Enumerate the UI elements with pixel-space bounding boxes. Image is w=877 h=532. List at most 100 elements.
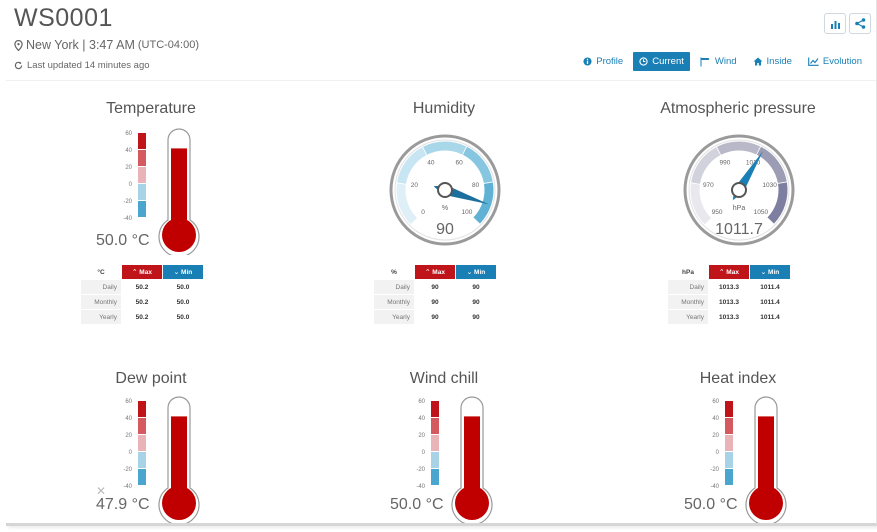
- max-value: 90: [431, 283, 439, 291]
- min-label: Min: [768, 269, 780, 276]
- gauge-tick-label: 0: [421, 209, 425, 216]
- gauge-tick-label: 20: [411, 182, 419, 189]
- scale-tick-label: 60: [125, 399, 132, 405]
- gauge-tick-label: 970: [703, 182, 714, 189]
- gauge-unit-label: hPa: [733, 205, 746, 212]
- scale-tick-label: 0: [422, 450, 426, 456]
- row-label: Yearly: [374, 310, 414, 324]
- share-button[interactable]: [849, 13, 871, 34]
- scale-tick-label: -20: [710, 467, 719, 473]
- temperature-min-header[interactable]: ⌄ Min: [163, 265, 203, 279]
- max-value: 1013.3: [719, 313, 739, 321]
- chevron-down-icon: ⌄: [173, 269, 180, 276]
- scale-band: [431, 452, 439, 468]
- line-chart-icon: [808, 57, 819, 66]
- tab-current-label: Current: [652, 56, 684, 67]
- dew-point-value: 47.9 °C: [96, 496, 150, 513]
- scale-tick-label: 0: [129, 182, 133, 188]
- scale-tick-label: 60: [418, 399, 425, 405]
- max-value: 1013.3: [719, 283, 739, 291]
- scale-tick-label: -40: [123, 216, 132, 222]
- gauge-tick-label: 100: [461, 209, 472, 216]
- table-row: Monthly 1013.3 1011.4: [668, 295, 790, 309]
- max-value: 50.2: [135, 283, 149, 291]
- pressure-stats-table: hPa ⌃ Max ⌄ Min Daily 1013.3 1011.4 Monthl…: [667, 264, 791, 325]
- pressure-min-header[interactable]: ⌄ Min: [750, 265, 790, 279]
- station-dashboard: WS0001 New York | 3:47 AM (UTC-04:00) La…: [6, 0, 877, 526]
- clock-icon: [639, 57, 648, 66]
- scale-band: [431, 401, 439, 417]
- temperature-title: Temperature: [106, 100, 196, 117]
- scale-band: [725, 418, 733, 434]
- min-label: Min: [181, 269, 193, 276]
- bar-chart-icon: [830, 20, 840, 29]
- scale-tick-label: 0: [716, 450, 720, 456]
- table-row: Daily 1013.3 1011.4: [668, 280, 790, 294]
- max-value: 90: [431, 298, 439, 306]
- row-label: Daily: [668, 280, 708, 294]
- share-icon: [854, 18, 865, 29]
- thermometer-bulb: [749, 486, 783, 520]
- row-label: Monthly: [81, 295, 121, 309]
- scale-band: [431, 469, 439, 485]
- scale-band: [138, 167, 146, 183]
- row-label: Yearly: [81, 310, 121, 324]
- scale-tick-label: -40: [123, 484, 132, 490]
- station-location: New York | 3:47 AM (UTC-04:00): [14, 38, 199, 52]
- pressure-max-header[interactable]: ⌃ Max: [709, 265, 749, 279]
- scale-tick-label: -20: [123, 199, 132, 205]
- scale-band: [138, 435, 146, 451]
- tab-inside[interactable]: Inside: [747, 52, 798, 71]
- table-row: Yearly 1013.3 1011.4: [668, 310, 790, 324]
- humidity-max-header[interactable]: ⌃ Max: [415, 265, 455, 279]
- header-divider: [6, 80, 876, 81]
- thermometer-bulb: [162, 486, 196, 520]
- max-label: Max: [139, 269, 152, 276]
- scale-band: [138, 201, 146, 217]
- max-value: 1013.3: [719, 298, 739, 306]
- chevron-up-icon: ⌃: [719, 269, 725, 276]
- location-text: New York | 3:47 AM: [26, 38, 135, 52]
- humidity-stats-table: % ⌃ Max ⌄ Min Daily 90 90 Monthly 90 90 Year…: [373, 264, 497, 325]
- row-label: Daily: [81, 280, 121, 294]
- tab-wind-label: Wind: [714, 56, 737, 67]
- gauge-tick-label: 60: [455, 159, 463, 166]
- temperature-max-header[interactable]: ⌃ Max: [122, 265, 162, 279]
- tab-wind[interactable]: Wind: [694, 52, 743, 71]
- tab-current[interactable]: Current: [633, 52, 690, 71]
- min-value: 1011.4: [760, 298, 780, 306]
- table-row: Yearly 90 90: [374, 310, 496, 324]
- chart-button[interactable]: [824, 13, 846, 34]
- max-value: 50.2: [135, 298, 149, 306]
- max-value: 90: [431, 313, 439, 321]
- gauge-tick-label: 1030: [762, 182, 777, 189]
- table-row: Daily 90 90: [374, 280, 496, 294]
- gauge-tick-label: 990: [719, 159, 730, 166]
- scale-tick-label: -40: [416, 484, 425, 490]
- scale-band: [138, 452, 146, 468]
- thermometer-bulb: [455, 486, 489, 520]
- scale-band: [138, 401, 146, 417]
- chevron-down-icon: ⌄: [466, 269, 473, 276]
- scale-tick-label: 0: [129, 450, 133, 456]
- scale-tick-label: -40: [710, 484, 719, 490]
- heat-index-value: 50.0 °C: [684, 496, 738, 513]
- gauge-tick-label: 1050: [754, 209, 769, 216]
- gauge-hub: [731, 182, 747, 198]
- refresh-icon: [14, 61, 23, 70]
- table-row: Daily 50.2 50.0: [81, 280, 203, 294]
- scale-tick-label: 60: [125, 131, 132, 137]
- min-value: 50.0: [176, 283, 190, 291]
- gauge-tick-label: 80: [472, 182, 480, 189]
- scale-band: [138, 133, 146, 149]
- min-value: 1011.4: [760, 313, 780, 321]
- humidity-min-header[interactable]: ⌄ Min: [456, 265, 496, 279]
- min-value: 90: [472, 298, 480, 306]
- view-tabs: Profile Current Wind Inside Evolution: [577, 52, 868, 71]
- tab-inside-label: Inside: [766, 56, 792, 67]
- tab-evolution[interactable]: Evolution: [802, 52, 868, 71]
- temperature-unit-header: °C: [97, 268, 105, 276]
- min-label: Min: [474, 269, 486, 276]
- tab-profile-label: Profile: [596, 56, 624, 67]
- tab-profile[interactable]: Profile: [577, 52, 629, 71]
